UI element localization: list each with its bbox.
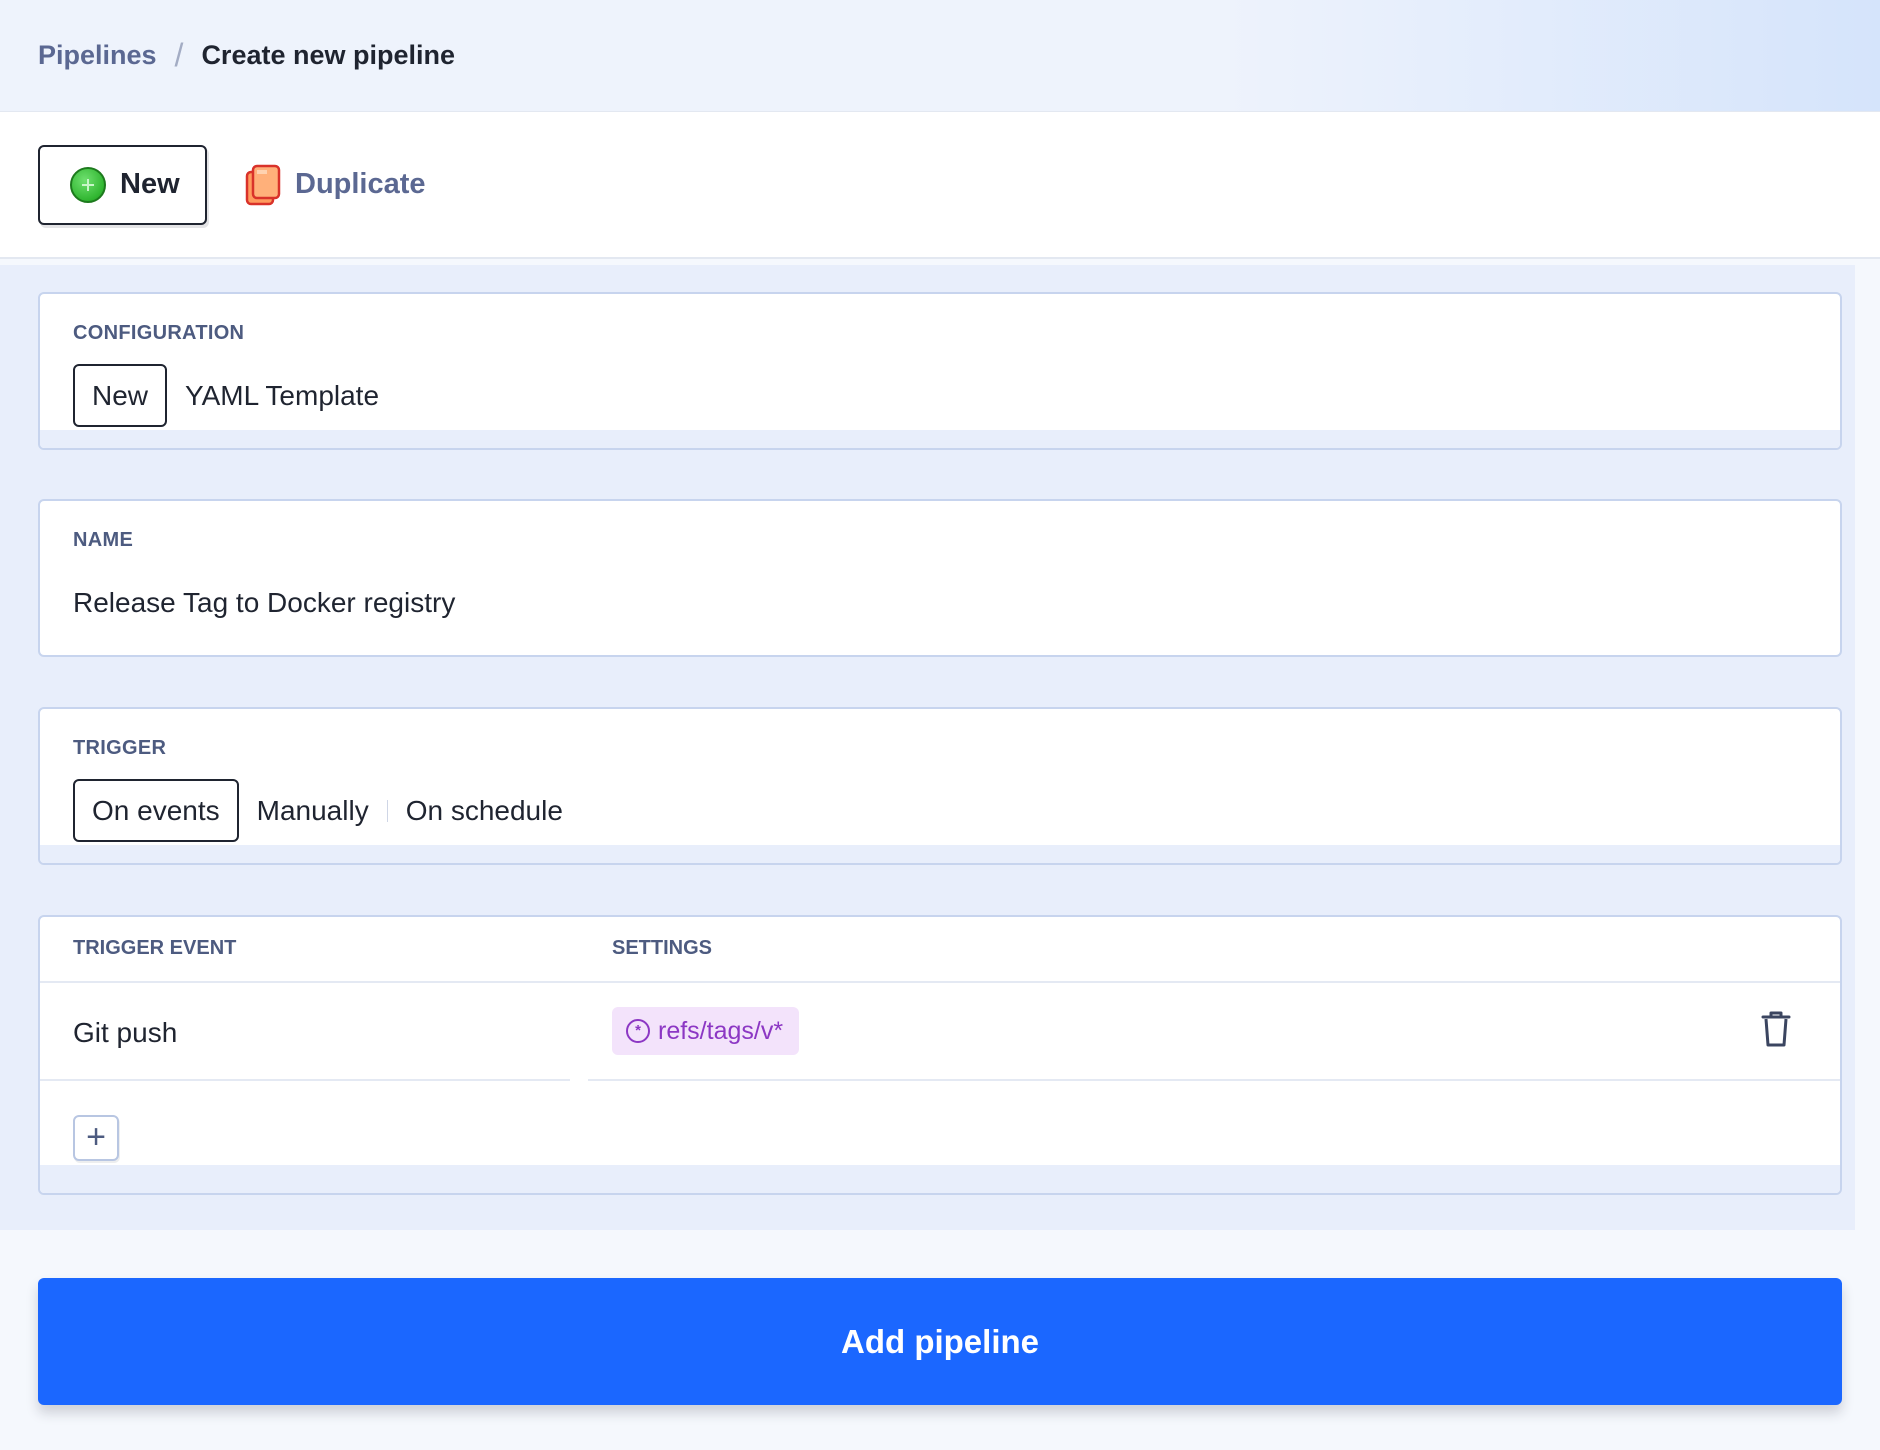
new-mode-label: New: [120, 168, 180, 200]
configuration-card: CONFIGURATION New YAML Template: [38, 292, 1842, 450]
duplicate-icon: [245, 164, 281, 205]
trigger-segmented-control: On events Manually On schedule: [73, 779, 581, 842]
duplicate-mode-button[interactable]: Duplicate: [245, 164, 426, 206]
configuration-label: CONFIGURATION: [73, 322, 245, 344]
duplicate-mode-label: Duplicate: [295, 168, 426, 200]
asterisk-circle-icon: *: [626, 1019, 650, 1043]
trigger-option-manually[interactable]: Manually: [239, 795, 387, 827]
card-footer-strip: [40, 430, 1840, 448]
trash-icon[interactable]: [1760, 1009, 1792, 1049]
configuration-option-new[interactable]: New: [73, 364, 168, 427]
name-card: NAME Release Tag to Docker registry: [38, 499, 1842, 657]
table-divider: [40, 981, 1840, 983]
name-input[interactable]: Release Tag to Docker registry: [73, 587, 455, 619]
column-header-trigger-event: TRIGGER EVENT: [73, 937, 237, 959]
card-footer-strip: [40, 845, 1840, 863]
mode-toolbar: New Duplicate: [0, 112, 1880, 259]
page-title: Create new pipeline: [201, 40, 456, 70]
column-header-settings: SETTINGS: [612, 937, 713, 959]
plus-circle-icon: [70, 166, 106, 203]
new-mode-button[interactable]: New: [38, 144, 207, 225]
add-trigger-event-button[interactable]: +: [73, 1115, 119, 1161]
table-divider: [588, 1079, 1840, 1081]
configuration-segmented-control: New YAML Template: [73, 364, 397, 427]
trigger-card: TRIGGER On events Manually On schedule: [38, 707, 1842, 865]
trigger-event-cell[interactable]: Git push: [73, 1017, 177, 1049]
trigger-option-on-schedule[interactable]: On schedule: [388, 795, 581, 827]
name-label: NAME: [73, 529, 134, 551]
trigger-events-table: TRIGGER EVENT SETTINGS Git push * refs/t…: [38, 915, 1842, 1195]
breadcrumb: Pipelines / Create new pipeline: [0, 0, 1880, 112]
breadcrumb-link-pipelines[interactable]: Pipelines: [38, 40, 157, 71]
table-divider: [40, 1079, 570, 1081]
branch-filter-value: refs/tags/v*: [658, 1016, 784, 1045]
branch-filter-chip[interactable]: * refs/tags/v*: [612, 1007, 800, 1055]
card-footer-strip: [40, 1165, 1840, 1193]
breadcrumb-separator: /: [174, 37, 184, 73]
trigger-label: TRIGGER: [73, 737, 167, 759]
add-pipeline-button[interactable]: Add pipeline: [38, 1278, 1842, 1405]
trigger-option-on-events[interactable]: On events: [73, 779, 239, 842]
configuration-option-yaml-template[interactable]: YAML Template: [167, 380, 397, 412]
pipeline-form: CONFIGURATION New YAML Template NAME Rel…: [0, 265, 1855, 1230]
